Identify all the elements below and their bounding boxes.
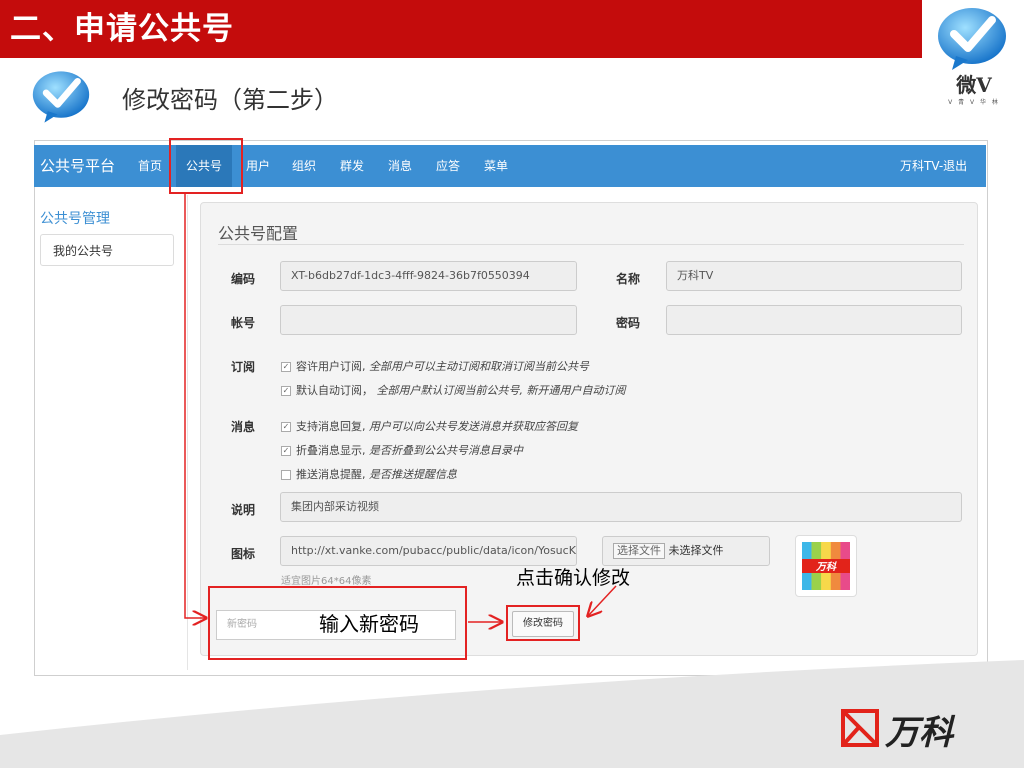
arrow-callout-to-button	[588, 585, 617, 616]
footer-brand-text: 万科	[884, 714, 956, 752]
arrow-tab-to-input	[184, 194, 206, 618]
vanke-logo: 万科	[840, 706, 980, 752]
annotation-click-confirm: 点击确认修改	[516, 567, 631, 589]
annotation-input-new-password: 输入新密码	[319, 612, 419, 636]
